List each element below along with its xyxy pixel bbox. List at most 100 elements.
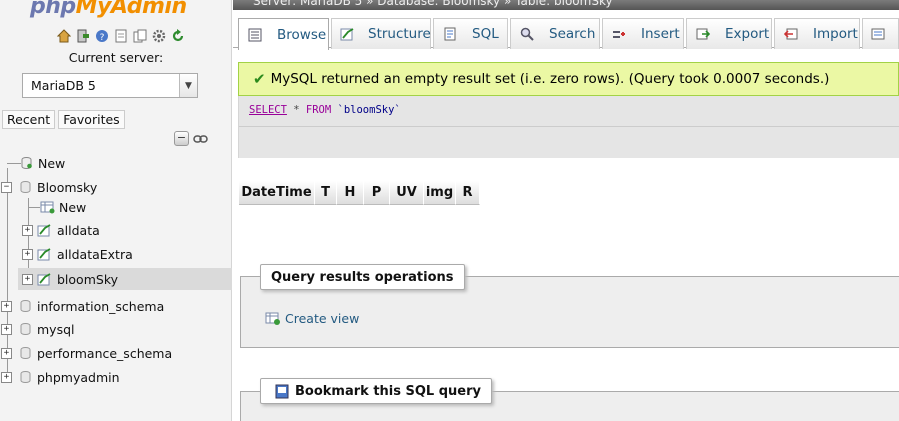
tab-label: Browse [277,26,327,43]
expand-icon[interactable]: + [22,273,33,285]
expand-icon[interactable]: + [22,224,33,236]
divider [239,126,899,127]
bookmark-legend: Bookmark this SQL query [260,378,492,404]
import-icon [783,26,799,42]
tree-db-bloomsky[interactable]: − Bloomsky [1,176,97,198]
phpmyadmin-logo[interactable]: phpMyAdmin [30,0,187,20]
sql-keyword-select: SELECT [249,104,287,116]
home-icon[interactable] [56,28,71,43]
results-table-header: DateTime T H P UV img R [239,181,480,205]
tree-db-mysql[interactable]: + mysql [1,318,75,340]
success-message: ✔ MySQL returned an empty result set (i.… [238,62,899,96]
column-header[interactable]: T [315,181,337,205]
column-header[interactable]: UV [390,181,424,205]
tree-db-performance-schema[interactable]: + performance_schema [1,342,172,364]
bookmark-legend-text: Bookmark this SQL query [295,383,481,399]
table-icon [37,247,51,260]
export-icon [695,26,711,42]
tree-db-label: Bloomsky [37,179,98,195]
tab-structure[interactable]: Structure [331,18,431,49]
check-icon: ✔ [253,70,266,88]
db-label: mysql [37,321,75,337]
table-label: alldata [57,222,100,238]
expand-icon[interactable]: + [22,248,33,260]
tab-label: Search [549,26,596,42]
success-message-text: MySQL returned an empty result set (i.e.… [270,71,830,87]
tab-label: Structure [368,26,431,42]
insert-icon [611,26,627,42]
server-select[interactable]: MariaDB 5 ▼ [22,73,198,98]
sql-query-box: SELECT * FROM `bloomSky` [238,96,899,158]
navigation-panel: phpMyAdmin ? Current server: MariaDB 5 ▼… [0,0,232,421]
tab-insert[interactable]: Insert [602,18,684,49]
nav-tabs: Recent Favorites [2,110,125,129]
tab-label: Import [813,26,858,42]
db-label: information_schema [37,298,165,314]
browse-icon [247,27,263,43]
tree-new-label: New [38,155,66,171]
tree-table-bloomsky[interactable]: + bloomSky [18,268,232,290]
breadcrumb[interactable]: Server: MariaDB 5 » Database: Bloomsky »… [253,0,613,8]
tree-table-alldataextra[interactable]: + alldataExtra [22,243,133,265]
chevron-down-icon[interactable]: ▼ [179,74,197,97]
tree-new-table[interactable]: New [28,196,86,218]
sql-table-name: `bloomSky` [331,104,401,116]
sql-icon [442,26,458,42]
nav-icon-bar: ? [56,28,185,43]
table-label: alldataExtra [57,246,133,262]
tree-db-phpmyadmin[interactable]: + phpmyadmin [1,366,120,388]
expand-icon[interactable]: + [1,371,12,383]
sql-query-text[interactable]: SELECT * FROM `bloomSky` [249,104,401,116]
copy-icon[interactable] [132,28,147,43]
tab-more[interactable] [862,18,899,49]
database-icon [20,347,31,359]
reload-icon[interactable] [170,28,185,43]
docs-icon[interactable] [113,28,128,43]
expand-icon[interactable]: + [1,300,12,312]
tab-search[interactable]: Search [510,18,600,49]
new-table-icon [40,201,55,213]
database-icon [20,371,31,383]
search-icon [519,26,535,42]
logout-icon[interactable] [75,28,90,43]
expand-icon[interactable]: + [1,323,12,335]
create-view-link[interactable]: Create view [265,311,359,326]
table-icon [37,223,51,236]
help-icon[interactable]: ? [94,28,109,43]
column-header[interactable]: P [364,181,390,205]
sql-keyword-from: FROM [305,104,332,116]
tree-new-database[interactable]: New [7,152,65,174]
table-icon [37,272,51,285]
collapse-icon[interactable]: − [1,181,12,193]
column-header[interactable]: DateTime [239,181,315,205]
new-database-icon [21,157,32,169]
tab-sql[interactable]: SQL [433,18,508,49]
tab-label: Export [725,26,770,42]
collapse-all-icon[interactable]: − [174,131,189,146]
column-header[interactable]: H [337,181,364,205]
gear-icon[interactable] [151,28,166,43]
tab-browse[interactable]: Browse [238,18,329,50]
structure-icon [340,26,354,42]
favorites-tab[interactable]: Favorites [58,110,125,129]
expand-icon[interactable]: + [1,347,12,359]
more-icon [871,26,885,42]
bookmark-icon [275,384,289,398]
query-results-operations-legend: Query results operations [260,264,465,290]
tab-export[interactable]: Export [686,18,772,49]
link-with-main-icon[interactable] [193,131,208,146]
tab-import[interactable]: Import [774,18,860,49]
column-header[interactable]: R [456,181,480,205]
tree-table-alldata[interactable]: + alldata [22,219,100,241]
db-label: phpmyadmin [37,369,120,385]
column-header[interactable]: img [424,181,456,205]
create-view-icon [265,312,280,325]
database-icon [20,181,31,193]
table-label: bloomSky [57,271,119,287]
tree-db-information-schema[interactable]: + information_schema [1,295,164,317]
tab-bar: Browse Structure SQL Search Insert Expor… [233,10,899,50]
current-server-label: Current server: [68,50,164,65]
sql-star: * [286,104,306,116]
recent-tab[interactable]: Recent [2,110,56,129]
create-view-label: Create view [285,311,360,326]
